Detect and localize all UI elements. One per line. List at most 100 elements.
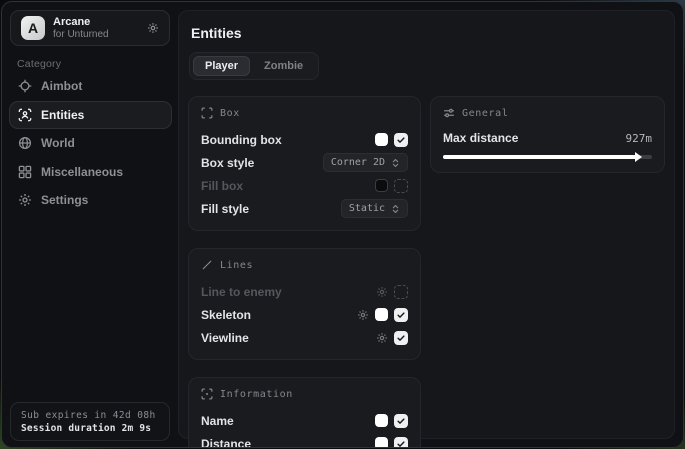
main-panel: Entities Player Zombie Box xyxy=(178,10,675,439)
fill-box-checkbox[interactable] xyxy=(394,179,408,193)
box-style-select[interactable]: Corner 2D xyxy=(323,153,408,172)
viewline-checkbox[interactable] xyxy=(394,331,408,345)
color-swatch[interactable] xyxy=(375,437,388,448)
row-label: Bounding box xyxy=(201,133,282,147)
entity-tabs: Player Zombie xyxy=(189,52,319,80)
line-to-enemy-checkbox[interactable] xyxy=(394,285,408,299)
max-distance-value: 927m xyxy=(626,132,653,145)
sidebar-item-aimbot[interactable]: Aimbot xyxy=(9,72,172,100)
sidebar-item-entities[interactable]: Entities xyxy=(9,101,172,129)
right-column: General Max distance 927m xyxy=(430,96,665,173)
sidebar-item-world[interactable]: World xyxy=(9,129,172,157)
gear-icon xyxy=(18,193,32,207)
brand-card: A Arcane for Unturned xyxy=(10,10,170,46)
tab-zombie[interactable]: Zombie xyxy=(252,56,315,76)
chevron-up-down-icon xyxy=(391,158,400,168)
slider-thumb[interactable] xyxy=(635,152,642,162)
left-column: Box Bounding box Box style xyxy=(188,96,421,448)
diagonal-line-icon xyxy=(201,259,213,271)
section-title: Information xyxy=(220,389,293,400)
row-controls xyxy=(376,285,408,299)
fill-box-row: Fill box xyxy=(201,174,408,197)
row-controls xyxy=(375,179,408,193)
category-label: Category xyxy=(17,58,61,70)
section-title: Box xyxy=(220,108,240,119)
color-swatch[interactable] xyxy=(375,308,388,321)
skeleton-checkbox[interactable] xyxy=(394,308,408,322)
box-card-header: Box xyxy=(201,107,408,119)
gear-icon[interactable] xyxy=(376,332,388,344)
sidebar-item-settings[interactable]: Settings xyxy=(9,186,172,214)
gear-icon[interactable] xyxy=(357,309,369,321)
box-corners-icon xyxy=(201,107,213,119)
info-scan-icon xyxy=(201,388,213,400)
row-label: Viewline xyxy=(201,331,249,345)
sidebar-item-label: Miscellaneous xyxy=(41,165,123,179)
subscription-info-card: Sub expires in 42d 08h Session duration … xyxy=(10,402,170,441)
sidebar-nav: Aimbot Entities xyxy=(9,72,172,215)
gear-icon[interactable] xyxy=(376,286,388,298)
sidebar-item-miscellaneous[interactable]: Miscellaneous xyxy=(9,158,172,186)
distance-row: Distance xyxy=(201,432,408,448)
sidebar: A Arcane for Unturned Category xyxy=(2,2,178,447)
fill-style-row: Fill style Static xyxy=(201,197,408,220)
globe-icon xyxy=(18,136,32,150)
app-window: A Arcane for Unturned Category xyxy=(1,1,684,448)
session-duration-text: Session duration 2m 9s xyxy=(21,423,159,434)
lines-card: Lines Line to enemy Skeleton xyxy=(188,248,421,360)
general-card: General Max distance 927m xyxy=(430,96,665,173)
sliders-icon xyxy=(443,107,455,119)
distance-checkbox[interactable] xyxy=(394,437,408,449)
viewline-row: Viewline xyxy=(201,326,408,349)
row-label: Max distance xyxy=(443,131,518,145)
brand-subtitle: for Unturned xyxy=(53,29,139,41)
lines-card-header: Lines xyxy=(201,259,408,271)
check-icon xyxy=(396,416,406,426)
max-distance-slider[interactable] xyxy=(443,152,652,162)
row-label: Fill style xyxy=(201,202,249,216)
row-label: Line to enemy xyxy=(201,285,282,299)
bounding-box-row: Bounding box xyxy=(201,128,408,151)
check-icon xyxy=(396,439,406,449)
crosshair-icon xyxy=(18,79,32,93)
name-checkbox[interactable] xyxy=(394,414,408,428)
row-controls xyxy=(375,437,408,449)
sub-expiry-text: Sub expires in 42d 08h xyxy=(21,410,159,421)
information-card-header: Information xyxy=(201,388,408,400)
section-title: General xyxy=(462,108,508,119)
bounding-box-checkbox[interactable] xyxy=(394,133,408,147)
row-controls xyxy=(357,308,408,322)
general-card-header: General xyxy=(443,107,652,119)
box-card: Box Bounding box Box style xyxy=(188,96,421,231)
box-style-row: Box style Corner 2D xyxy=(201,151,408,174)
fill-style-select[interactable]: Static xyxy=(341,199,408,218)
slider-fill xyxy=(443,155,637,159)
information-card: Information Name Distance xyxy=(188,377,421,448)
color-swatch[interactable] xyxy=(375,414,388,427)
page-title: Entities xyxy=(191,25,665,41)
tab-player[interactable]: Player xyxy=(193,56,250,76)
max-distance-row: Max distance 927m xyxy=(443,128,652,148)
check-icon xyxy=(396,310,406,320)
name-row: Name xyxy=(201,409,408,432)
row-label: Name xyxy=(201,414,234,428)
brand-text: Arcane for Unturned xyxy=(53,16,139,40)
row-controls xyxy=(375,133,408,147)
gear-icon[interactable] xyxy=(147,22,159,34)
check-icon xyxy=(396,135,406,145)
entities-icon xyxy=(18,108,32,122)
row-controls xyxy=(376,331,408,345)
row-label: Box style xyxy=(201,156,254,170)
grid-icon xyxy=(18,165,32,179)
row-label: Distance xyxy=(201,437,251,449)
sidebar-item-label: World xyxy=(41,136,75,150)
brand-name: Arcane xyxy=(53,16,139,29)
content-columns: Box Bounding box Box style xyxy=(188,96,665,448)
color-swatch[interactable] xyxy=(375,179,388,192)
section-title: Lines xyxy=(220,260,253,271)
sidebar-item-label: Entities xyxy=(41,108,84,122)
sidebar-item-label: Settings xyxy=(41,193,88,207)
row-controls xyxy=(375,414,408,428)
color-swatch[interactable] xyxy=(375,133,388,146)
brand-logo: A xyxy=(21,16,45,40)
